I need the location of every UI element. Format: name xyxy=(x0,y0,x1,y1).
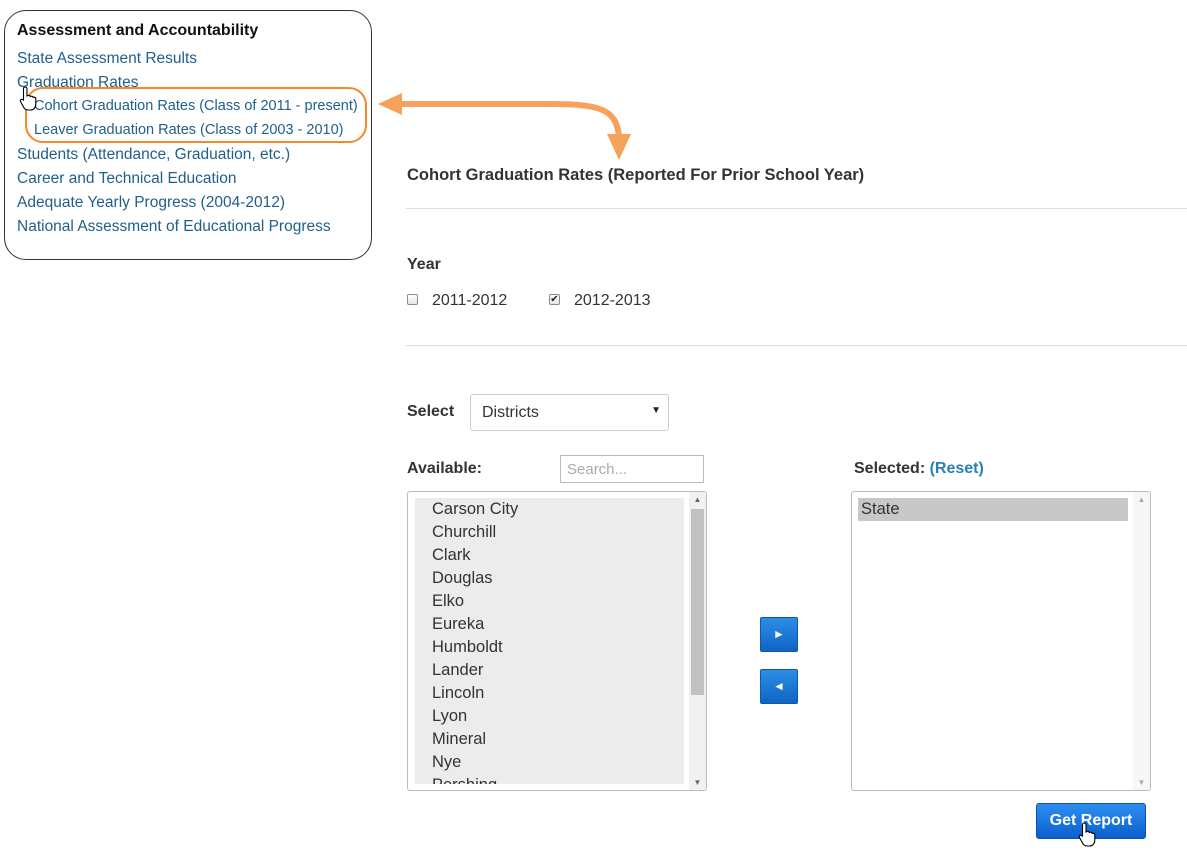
list-item[interactable]: Lincoln xyxy=(432,684,484,703)
reset-link[interactable]: (Reset) xyxy=(930,460,984,477)
nav-heading: Assessment and Accountability xyxy=(17,22,259,39)
selected-label: Selected: xyxy=(854,460,926,477)
nav-link-naep[interactable]: National Assessment of Educational Progr… xyxy=(17,218,331,236)
list-item[interactable]: Mineral xyxy=(432,730,486,749)
list-item[interactable]: Lyon xyxy=(432,707,467,726)
year-option-label: 2011-2012 xyxy=(432,292,508,309)
list-item[interactable]: Humboldt xyxy=(432,638,503,657)
nav-link-adequate-yearly-progress[interactable]: Adequate Yearly Progress (2004-2012) xyxy=(17,194,285,212)
list-item[interactable]: Elko xyxy=(432,592,464,611)
left-arrow-icon: ◄ xyxy=(773,679,785,693)
scroll-thumb[interactable] xyxy=(691,509,704,695)
year-checkbox-2011-2012[interactable] xyxy=(407,294,418,305)
level-select[interactable]: Districts ▼ xyxy=(470,394,669,431)
list-item[interactable]: Douglas xyxy=(432,569,493,588)
scroll-up-icon[interactable]: ▲ xyxy=(689,495,706,504)
list-item[interactable]: Lander xyxy=(432,661,483,680)
chevron-down-icon: ▼ xyxy=(651,405,661,416)
list-item[interactable]: Nye xyxy=(432,753,461,772)
add-selected-button[interactable]: ► xyxy=(760,617,798,652)
remove-selected-button[interactable]: ◄ xyxy=(760,669,798,704)
curved-arrow-icon xyxy=(378,93,631,160)
list-item[interactable]: Eureka xyxy=(432,615,484,634)
year-checkbox-2012-2013[interactable]: ✔ xyxy=(549,294,560,305)
page-title: Cohort Graduation Rates (Reported For Pr… xyxy=(407,166,865,184)
right-arrow-icon: ► xyxy=(773,627,785,641)
available-list-items: Carson City Churchill Clark Douglas Elko… xyxy=(415,498,684,784)
select-label: Select xyxy=(407,403,455,420)
nav-link-state-assessment[interactable]: State Assessment Results xyxy=(17,50,197,68)
divider xyxy=(406,208,1187,209)
divider xyxy=(406,345,1187,346)
search-input[interactable] xyxy=(560,455,704,483)
list-item[interactable]: Clark xyxy=(432,546,471,565)
list-item[interactable]: Pershing xyxy=(432,776,497,784)
scroll-down-icon[interactable]: ▼ xyxy=(689,778,706,787)
selected-list[interactable]: State ▲ ▼ xyxy=(851,491,1151,791)
list-item[interactable]: Churchill xyxy=(432,523,496,542)
nav-link-career-technical[interactable]: Career and Technical Education xyxy=(17,170,236,188)
hand-cursor-icon xyxy=(19,86,37,111)
available-scrollbar[interactable]: ▲ ▼ xyxy=(689,492,706,790)
selected-header: Selected: (Reset) xyxy=(854,460,984,478)
scroll-down-icon[interactable]: ▼ xyxy=(1133,778,1150,787)
highlight-oval xyxy=(25,87,367,143)
scroll-up-icon[interactable]: ▲ xyxy=(1133,495,1150,504)
year-label: Year xyxy=(407,256,441,273)
nav-link-students[interactable]: Students (Attendance, Graduation, etc.) xyxy=(17,146,290,164)
year-option-label: 2012-2013 xyxy=(574,292,651,309)
list-item[interactable]: State xyxy=(858,498,1128,521)
select-value: Districts xyxy=(482,404,539,421)
list-item[interactable]: Carson City xyxy=(432,500,518,519)
available-list[interactable]: Carson City Churchill Clark Douglas Elko… xyxy=(407,491,707,791)
hand-cursor-icon xyxy=(1078,822,1096,847)
selected-scrollbar[interactable]: ▲ ▼ xyxy=(1133,492,1150,790)
available-label: Available: xyxy=(407,460,482,477)
